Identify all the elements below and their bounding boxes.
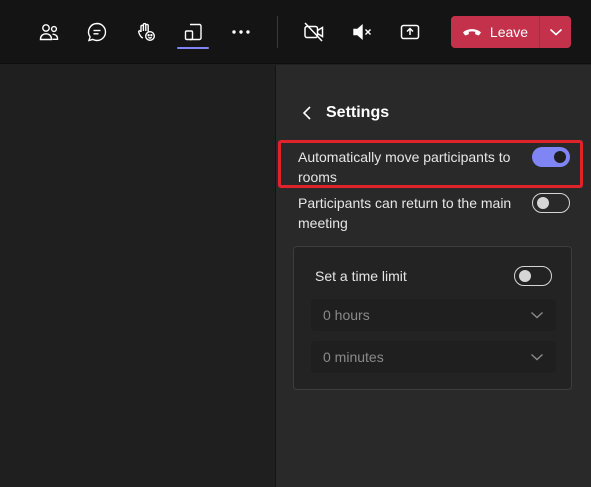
return-main-toggle[interactable]: [532, 193, 570, 213]
time-limit-row: Set a time limit: [315, 266, 552, 286]
auto-move-setting: Automatically move participants to rooms: [298, 147, 570, 187]
chat-button[interactable]: [79, 14, 115, 50]
time-limit-card: Set a time limit 0 hours 0 minutes: [293, 246, 572, 390]
people-button[interactable]: [31, 14, 67, 50]
chevron-down-icon: [531, 353, 543, 361]
back-button[interactable]: [300, 103, 314, 123]
speaker-mute-icon: [353, 23, 371, 41]
leave-main[interactable]: Leave: [451, 16, 539, 48]
chevron-left-icon: [302, 106, 311, 120]
return-main-label: Participants can return to the main meet…: [298, 195, 512, 231]
leave-button[interactable]: Leave: [451, 16, 571, 48]
chevron-down-icon: [531, 311, 543, 319]
auto-move-toggle[interactable]: [532, 147, 570, 167]
active-tab-indicator: [177, 47, 209, 49]
toggle-knob: [519, 270, 531, 282]
minutes-dropdown[interactable]: 0 minutes: [311, 341, 556, 373]
hours-dropdown[interactable]: 0 hours: [311, 299, 556, 331]
chat-icon: [87, 22, 107, 42]
minutes-value: 0 minutes: [323, 349, 384, 365]
leave-label: Leave: [489, 24, 529, 40]
people-icon: [39, 24, 59, 41]
more-actions-button[interactable]: [223, 14, 259, 50]
meeting-stage: [0, 65, 274, 487]
share-button[interactable]: [392, 14, 428, 50]
return-main-setting: Participants can return to the main meet…: [298, 193, 570, 233]
leave-options-button[interactable]: [540, 16, 571, 48]
raise-hand-icon: [138, 22, 156, 42]
auto-move-label: Automatically move participants to rooms: [298, 149, 511, 185]
hours-value: 0 hours: [323, 307, 370, 323]
reactions-button[interactable]: [128, 14, 164, 50]
chevron-down-icon: [549, 28, 562, 36]
mic-toggle-button[interactable]: [344, 14, 380, 50]
time-limit-label: Set a time limit: [315, 268, 407, 284]
panel-header: Settings: [300, 101, 389, 125]
meeting-toolbar: Leave: [0, 0, 591, 64]
share-tray-icon: [400, 24, 420, 40]
camera-off-icon: [304, 22, 324, 42]
breakout-rooms-button[interactable]: [175, 14, 211, 50]
phone-hangup-icon: [462, 29, 481, 36]
toggle-knob: [537, 197, 549, 209]
settings-panel: Settings Automatically move participants…: [275, 65, 591, 487]
panel-title: Settings: [326, 104, 390, 121]
more-icon: [232, 30, 250, 34]
camera-toggle-button[interactable]: [296, 14, 332, 50]
time-limit-toggle[interactable]: [514, 266, 552, 286]
toggle-knob: [554, 151, 566, 163]
toolbar-divider: [277, 16, 278, 48]
breakout-rooms-icon: [184, 23, 202, 41]
